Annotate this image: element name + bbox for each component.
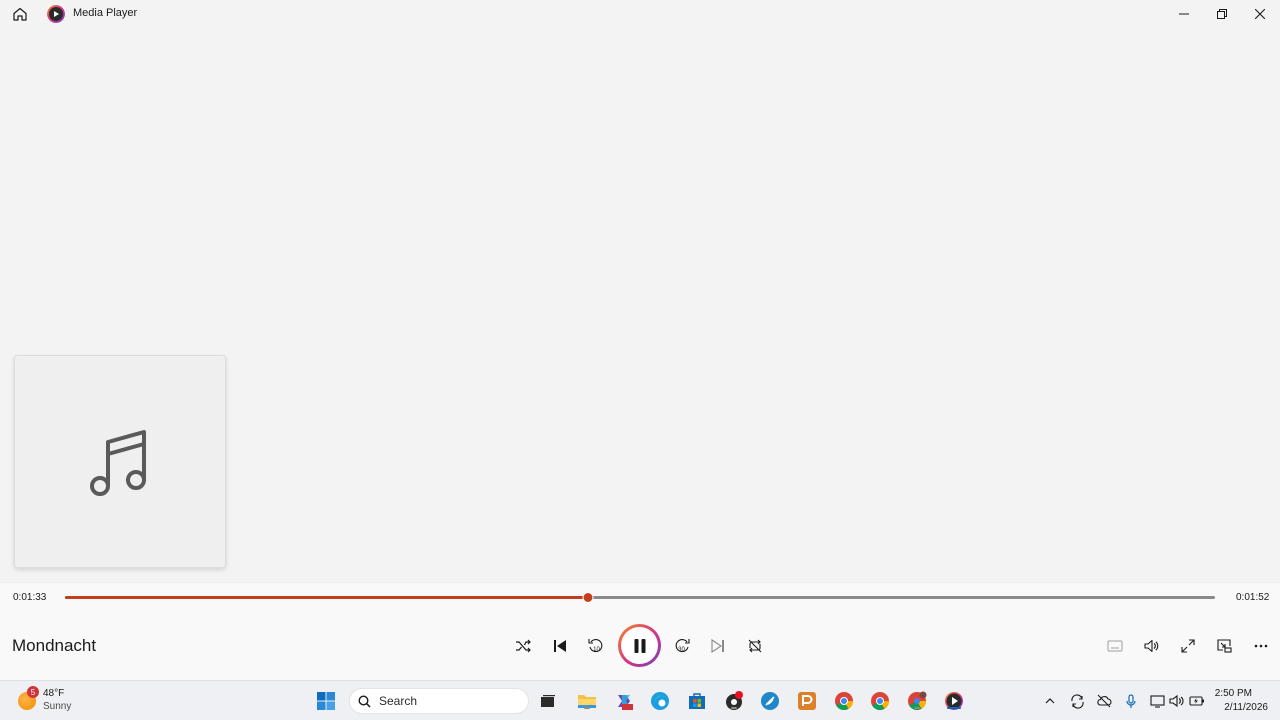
miniplayer-icon [1217, 639, 1232, 653]
store-icon [689, 693, 705, 709]
volume-icon [1144, 639, 1159, 653]
microphone-icon [1126, 693, 1136, 708]
start-button[interactable] [315, 690, 337, 712]
close-icon [1255, 9, 1265, 19]
sync-icon [1070, 693, 1084, 709]
cloud-off-icon [1097, 694, 1112, 708]
edge-button[interactable] [649, 690, 671, 712]
player-bar: 0:01:33 0:01:52 Mondnacht 10 30 [0, 582, 1280, 680]
search-icon [358, 694, 371, 708]
miniplayer-button[interactable] [1211, 633, 1237, 659]
clock-time: 2:50 PM [1214, 688, 1252, 699]
minimize-icon [1179, 13, 1189, 15]
skip-back-button[interactable]: 10 [583, 633, 609, 659]
taskbar-search[interactable]: Search [349, 688, 529, 714]
chrome-button-2[interactable] [869, 690, 891, 712]
chevron-up-icon [1045, 698, 1055, 704]
feather-icon [761, 692, 779, 710]
sync-tray-button[interactable] [1069, 693, 1085, 709]
close-button[interactable] [1241, 0, 1279, 28]
app-button-1[interactable] [723, 690, 745, 712]
fullscreen-icon [1181, 639, 1195, 653]
chrome-button-3[interactable] [906, 690, 928, 712]
total-duration: 0:01:52 [1236, 592, 1270, 603]
next-button[interactable] [705, 633, 731, 659]
volume-tray-button[interactable] [1169, 693, 1185, 709]
shuffle-button[interactable] [510, 633, 536, 659]
pause-icon [634, 638, 645, 653]
album-art [14, 355, 226, 568]
copilot-icon [618, 695, 633, 710]
microphone-tray-button[interactable] [1123, 693, 1139, 709]
speaker-icon [1169, 694, 1184, 708]
more-options-button[interactable] [1248, 633, 1274, 659]
taskbar: 5 48°F Sunny Search 2:50 PM 2/11/2026 [0, 680, 1280, 720]
network-tray-button[interactable] [1150, 693, 1166, 709]
weather-condition: Sunny [43, 701, 72, 712]
media-player-app-icon [48, 6, 64, 22]
battery-tray-button[interactable] [1189, 693, 1205, 709]
captions-button[interactable] [1102, 633, 1128, 659]
running-indicator [584, 707, 590, 709]
title-bar: Media Player [0, 0, 1280, 28]
app-button-2[interactable] [759, 690, 781, 712]
chrome-icon [835, 692, 853, 711]
volume-button[interactable] [1138, 633, 1164, 659]
chrome-button-1[interactable] [833, 690, 855, 712]
seek-bar[interactable] [65, 592, 1215, 603]
music-note-icon [90, 429, 146, 496]
shuffle-icon [516, 639, 531, 653]
fullscreen-button[interactable] [1175, 633, 1201, 659]
skip-forward-button[interactable]: 30 [669, 633, 695, 659]
network-icon [1150, 695, 1165, 708]
document-app-icon [798, 692, 816, 710]
repeat-off-icon [748, 639, 762, 653]
next-icon [711, 639, 724, 653]
previous-button[interactable] [547, 633, 573, 659]
track-title: Mondnacht [12, 636, 97, 655]
seek-thumb[interactable] [582, 592, 594, 603]
search-placeholder: Search [379, 694, 418, 708]
running-indicator [914, 707, 920, 709]
skip-forward-label: 30 [678, 647, 685, 653]
seek-progress [65, 596, 589, 599]
edge-icon [651, 692, 669, 710]
chrome-icon [871, 692, 889, 711]
store-button[interactable] [686, 690, 708, 712]
repeat-button[interactable] [742, 633, 768, 659]
minimize-button[interactable] [1165, 0, 1203, 28]
onedrive-tray-button[interactable] [1096, 693, 1112, 709]
skip-back-label: 10 [593, 647, 600, 653]
weather-badge: 5 [27, 686, 39, 698]
restore-button[interactable] [1203, 0, 1241, 28]
captions-icon [1107, 640, 1123, 652]
show-hidden-icons-button[interactable] [1042, 693, 1058, 709]
media-player-taskbar-button[interactable] [943, 690, 965, 712]
app-button-3[interactable] [796, 690, 818, 712]
windows-logo-icon [317, 692, 335, 710]
running-indicator [731, 707, 737, 709]
previous-icon [554, 640, 566, 652]
more-icon [1254, 644, 1268, 648]
file-explorer-button[interactable] [576, 690, 598, 712]
pause-button[interactable] [618, 624, 661, 667]
clock-date: 2/11/2026 [1224, 702, 1268, 713]
battery-charging-icon [1189, 696, 1204, 706]
weather-temperature: 48°F [43, 688, 65, 699]
skip-forward-30-icon: 30 [675, 639, 690, 653]
window-title: Media Player [73, 7, 138, 19]
task-view-icon [541, 695, 555, 707]
elapsed-time: 0:01:33 [13, 592, 47, 603]
skip-back-10-icon: 10 [588, 639, 603, 653]
home-icon[interactable] [11, 5, 29, 23]
copilot-button[interactable] [613, 690, 635, 712]
restore-icon [1217, 9, 1227, 19]
task-view-button[interactable] [537, 690, 559, 712]
active-indicator [947, 707, 961, 709]
